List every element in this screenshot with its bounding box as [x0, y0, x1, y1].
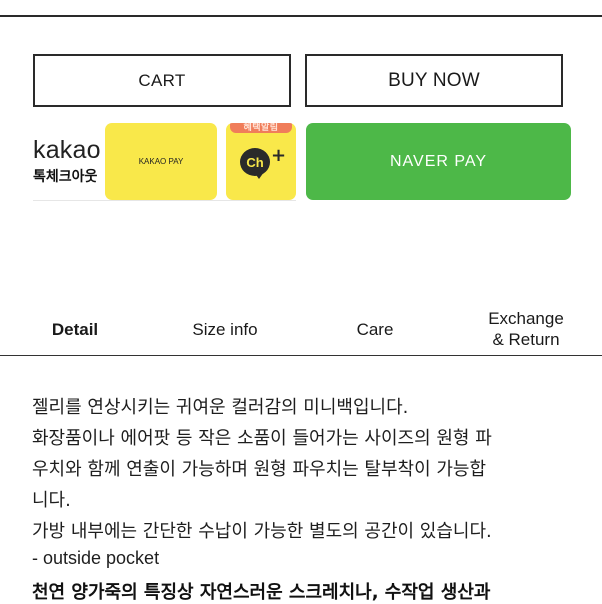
- tab-detail[interactable]: Detail: [20, 303, 130, 355]
- cart-button[interactable]: CART: [33, 54, 291, 107]
- description-line: 니다.: [32, 490, 71, 511]
- tab-exchange-line1: Exchange: [488, 309, 564, 328]
- description-line: 젤리를 연상시키는 귀여운 컬러감의 미니백입니다.: [32, 397, 409, 418]
- kakao-pay-button[interactable]: KAKAO PAY: [105, 123, 217, 200]
- tab-exchange-return[interactable]: Exchange & Return: [470, 303, 582, 355]
- tab-divider: [0, 355, 602, 356]
- tab-exchange-line2: & Return: [492, 330, 560, 349]
- kakao-logo: kakao: [33, 136, 101, 164]
- buy-now-button[interactable]: BUY NOW: [305, 54, 563, 107]
- channel-icon-text: Ch: [246, 154, 264, 170]
- naver-pay-button[interactable]: NAVER PAY: [306, 123, 571, 200]
- description-line: 가방 내부에는 간단한 수납이 가능한 별도의 공간이 있습니다.: [32, 521, 492, 542]
- channel-benefit-banner: 혜택알림: [230, 123, 292, 133]
- tab-care[interactable]: Care: [320, 303, 430, 355]
- payment-divider: [33, 200, 296, 201]
- tab-size-info[interactable]: Size info: [170, 303, 280, 355]
- description-line: 화장품이나 에어팟 등 작은 소품이 들어가는 사이즈의 원형 파: [32, 428, 492, 449]
- description-line: 천연 양가죽의 특징상 자연스러운 스크레치나, 수작업 생산과: [32, 582, 491, 603]
- plus-icon: +: [271, 145, 287, 166]
- kakao-checkout-label: 톡체크아웃: [33, 169, 98, 185]
- description-line: 우치와 함께 연출이 가능하며 원형 파우치는 탈부착이 가능합: [32, 459, 487, 480]
- description-line: - outside pocket: [32, 548, 160, 568]
- kakao-pay-label: KAKAO PAY: [138, 157, 184, 166]
- top-divider: [0, 15, 602, 17]
- speech-bubble-tail-icon: [254, 172, 264, 179]
- naver-pay-label: NAVER PAY: [389, 152, 488, 170]
- kakao-channel-button[interactable]: 혜택알림 Ch +: [226, 123, 296, 200]
